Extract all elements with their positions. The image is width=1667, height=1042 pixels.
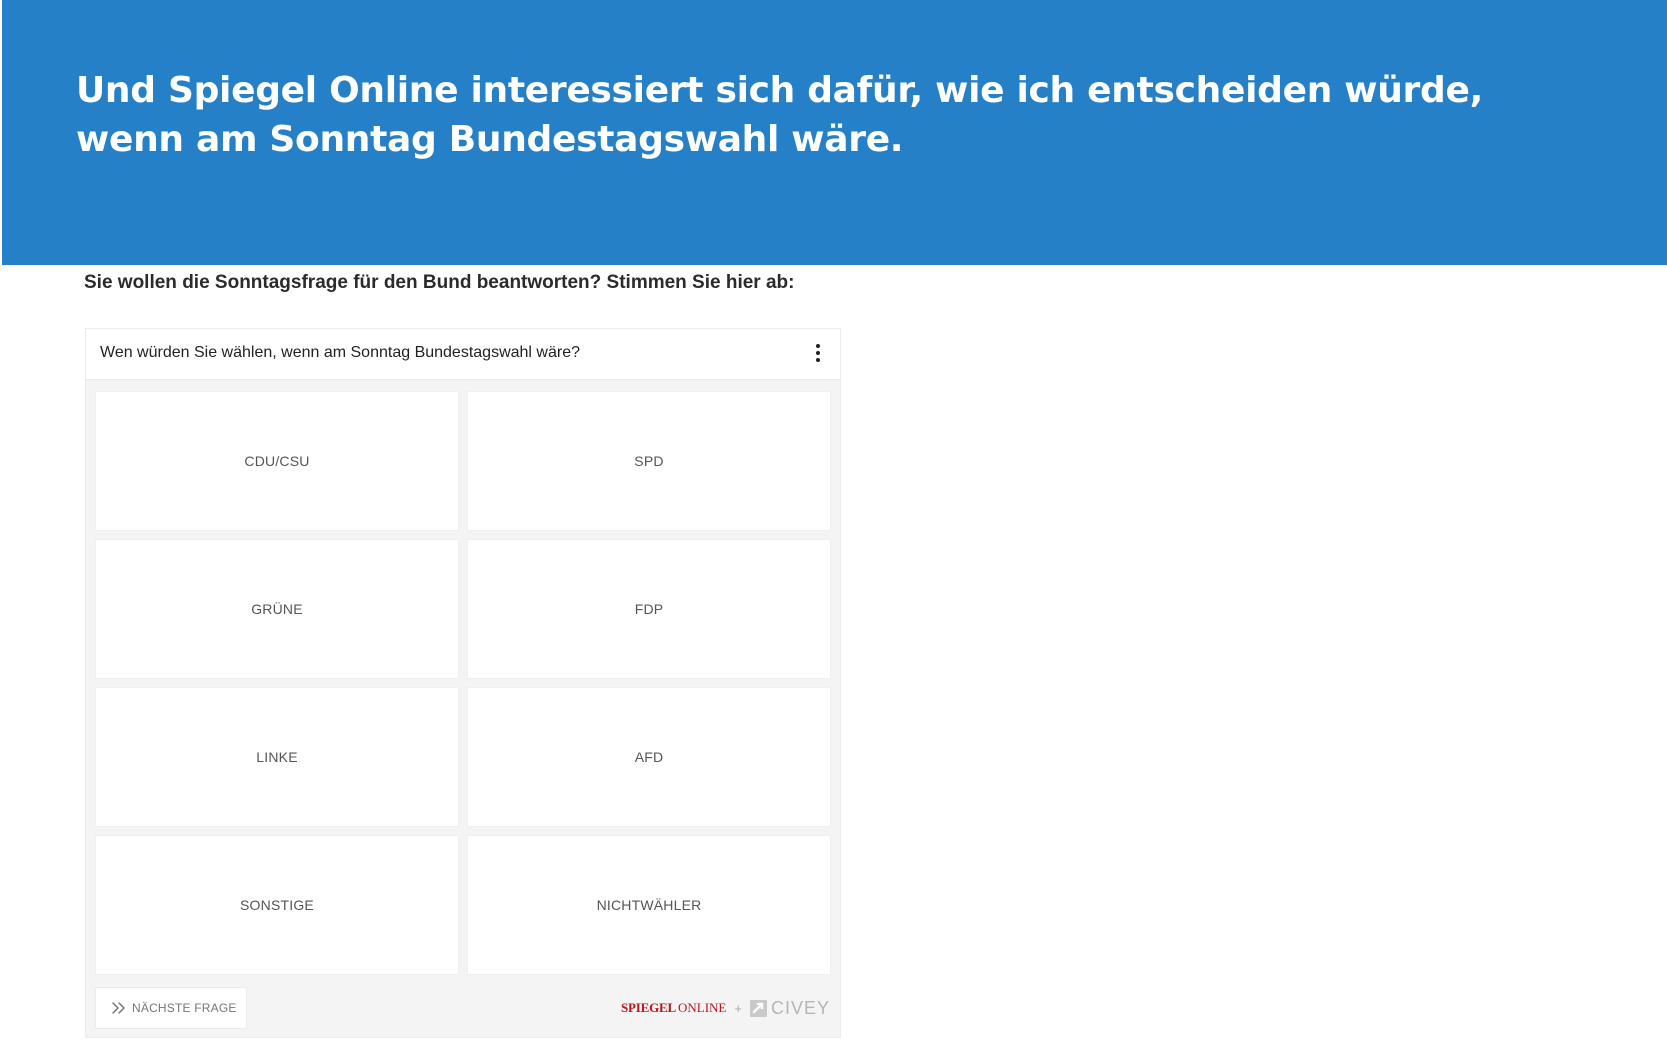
- option-cdu-csu[interactable]: CDU/CSU: [95, 391, 459, 531]
- option-fdp[interactable]: FDP: [467, 539, 831, 679]
- double-chevron-right-icon: [111, 1001, 128, 1015]
- option-nichtwaehler[interactable]: NICHTWÄHLER: [467, 835, 831, 975]
- poll-options: CDU/CSU SPD GRÜNE FDP LINKE AFD SONSTIGE…: [95, 391, 831, 977]
- menu-dot: [816, 358, 820, 362]
- option-sonstige[interactable]: SONSTIGE: [95, 835, 459, 975]
- header-banner: Und Spiegel Online interessiert sich daf…: [2, 0, 1667, 265]
- poll-widget: Wen würden Sie wählen, wenn am Sonntag B…: [85, 328, 841, 1038]
- option-gruene[interactable]: GRÜNE: [95, 539, 459, 679]
- branding: SPIEGEL ONLINE + CIVEY: [621, 995, 830, 1021]
- online-logo: ONLINE: [677, 1000, 727, 1015]
- next-question-label: NÄCHSTE FRAGE: [132, 1001, 237, 1015]
- spiegel-logo: SPIEGEL: [621, 1000, 676, 1015]
- option-linke[interactable]: LINKE: [95, 687, 459, 827]
- menu-dot: [816, 344, 820, 348]
- poll-question: Wen würden Sie wählen, wenn am Sonntag B…: [100, 344, 580, 361]
- slide-title: Und Spiegel Online interessiert sich daf…: [76, 70, 1483, 160]
- brand-separator: +: [734, 1000, 742, 1016]
- option-spd[interactable]: SPD: [467, 391, 831, 531]
- civey-logo: CIVEY: [770, 997, 830, 1018]
- menu-dot: [816, 351, 820, 355]
- next-question-button[interactable]: NÄCHSTE FRAGE: [95, 987, 247, 1029]
- option-afd[interactable]: AFD: [467, 687, 831, 827]
- more-vertical-icon[interactable]: [811, 341, 825, 367]
- poll-header: Wen würden Sie wählen, wenn am Sonntag B…: [86, 329, 840, 380]
- civey-icon: [749, 999, 768, 1018]
- poll-intro: Sie wollen die Sonntagsfrage für den Bun…: [84, 272, 795, 293]
